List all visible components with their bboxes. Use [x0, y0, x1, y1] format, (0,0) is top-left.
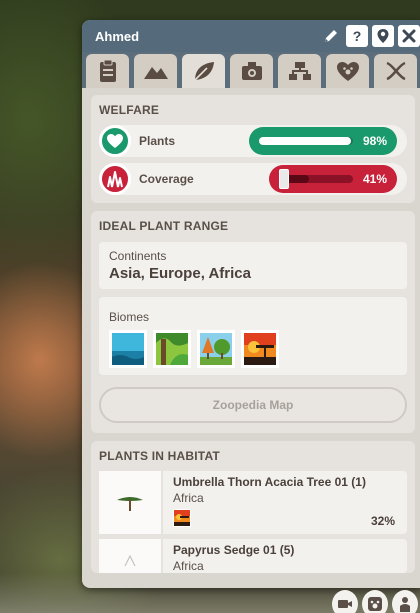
terrain-icon — [143, 67, 168, 79]
plants-bar: 98% — [249, 127, 397, 155]
plant-percent: 32% — [370, 514, 395, 528]
biomes-box: Biomes — [99, 297, 407, 375]
coverage-bar: 41% — [269, 165, 397, 193]
panel-content: WELFARE Plants 98% Coverage 41% IDEAL PL… — [82, 88, 420, 573]
ideal-range-title: IDEAL PLANT RANGE — [99, 219, 229, 233]
panel-titlebar: Ahmed ? — [82, 20, 420, 52]
welfare-section: WELFARE Plants 98% Coverage 41% — [91, 95, 415, 203]
close-icon[interactable] — [398, 25, 420, 47]
tab-welfare[interactable] — [326, 54, 369, 88]
enrichment-icon — [241, 62, 262, 80]
panel-title: Ahmed — [95, 28, 140, 44]
tab-plants[interactable] — [182, 54, 225, 88]
grass-icon — [99, 163, 131, 195]
welfare-row-plants: Plants 98% — [99, 125, 407, 157]
plants-section: PLANTS IN HABITAT Umbrella Thorn Acacia … — [91, 441, 415, 573]
continents-box: Continents Asia, Europe, Africa — [99, 242, 407, 289]
ideal-range-section: IDEAL PLANT RANGE Continents Asia, Europ… — [91, 211, 415, 433]
plant-thumbnail — [99, 539, 163, 573]
plant-name: Papyrus Sedge 01 (5) — [173, 543, 295, 557]
continents-value: Asia, Europe, Africa — [109, 265, 251, 282]
coverage-percent: 41% — [362, 172, 387, 186]
welfare-row-coverage: Coverage 41% — [99, 163, 407, 195]
biomes-list — [109, 330, 397, 368]
biomes-label: Biomes — [109, 310, 150, 324]
plant-region: Africa — [173, 491, 204, 505]
dna-icon — [385, 61, 406, 81]
tab-overview[interactable] — [86, 54, 129, 88]
clipboard-icon — [99, 59, 116, 82]
plant-card[interactable]: Umbrella Thorn Acacia Tree 01 (1) Africa… — [99, 471, 407, 534]
hierarchy-icon — [288, 62, 311, 80]
plant-card[interactable]: Papyrus Sedge 01 (5) Africa — [99, 539, 407, 573]
continents-label: Continents — [109, 249, 167, 263]
paw-badge-icon[interactable] — [362, 590, 388, 613]
help-icon[interactable]: ? — [346, 25, 368, 47]
location-pin-icon[interactable] — [372, 25, 394, 47]
tab-hierarchy[interactable] — [278, 54, 321, 88]
savanna-biome-icon — [173, 509, 191, 527]
plants-bar-fill — [259, 137, 352, 145]
panel-tabs — [82, 52, 420, 88]
plants-percent: 98% — [362, 134, 387, 148]
habitat-info-panel: Ahmed ? WELFARE Plants 98% Coverage 41% … — [82, 20, 420, 588]
coverage-marker-icon — [279, 169, 289, 189]
bottom-toolbar — [328, 587, 420, 613]
plant-region: Africa — [173, 559, 204, 573]
plant-leaf-icon — [193, 62, 214, 81]
welfare-title: WELFARE — [99, 103, 160, 117]
plant-name: Umbrella Thorn Acacia Tree 01 (1) — [173, 475, 366, 489]
temperate-biome-icon[interactable] — [197, 330, 235, 368]
tab-enrichment[interactable] — [230, 54, 273, 88]
paw-heart-icon — [336, 62, 359, 81]
pencil-icon[interactable] — [320, 25, 342, 47]
tab-genetics[interactable] — [374, 54, 417, 88]
savanna-biome-icon[interactable] — [241, 330, 279, 368]
zoopedia-map-button[interactable]: Zoopedia Map — [99, 387, 407, 423]
tropical-biome-icon[interactable] — [153, 330, 191, 368]
plant-thumbnail — [99, 471, 163, 534]
aquatic-biome-icon[interactable] — [109, 330, 147, 368]
tab-terrain[interactable] — [134, 54, 177, 88]
plants-title: PLANTS IN HABITAT — [99, 449, 220, 463]
camera-icon[interactable] — [332, 590, 358, 613]
person-icon[interactable] — [392, 590, 418, 613]
heart-icon — [99, 125, 131, 157]
